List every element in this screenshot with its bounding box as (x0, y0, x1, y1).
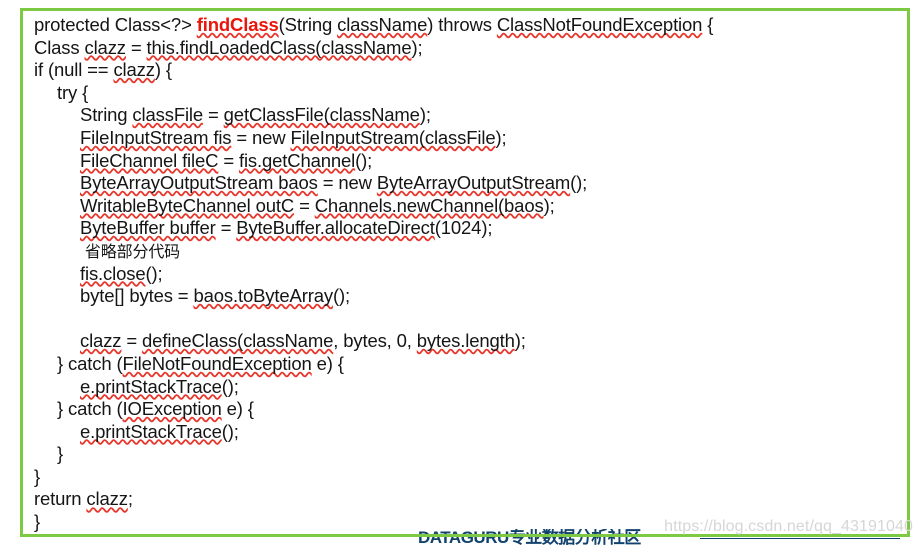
code-line: } catch (FileNotFoundException e) { (34, 353, 907, 376)
code-token: ); (543, 194, 555, 216)
code-snippet-box: protected Class<?> findClass(String clas… (20, 8, 910, 537)
code-spellcheck-token: ClassNotFoundException (496, 14, 703, 35)
code-spellcheck-token: clazz (84, 36, 127, 58)
code-token: = new (317, 172, 377, 194)
code-spellcheck-token: ByteBuffer.allocateDirect (236, 217, 435, 239)
code-line: return clazz; (34, 488, 907, 511)
code-token: } (57, 443, 64, 465)
code-line: try { (34, 82, 907, 105)
code-token: e) { (221, 398, 254, 420)
code-token: (); (221, 420, 239, 442)
code-token: return (34, 488, 87, 510)
code-spellcheck-token: FileInputStream(classFile (290, 126, 496, 148)
code-token: String (80, 104, 133, 126)
code-line: } (34, 466, 907, 489)
code-line: String classFile = getClassFile(classNam… (34, 104, 907, 127)
code-token: = (294, 194, 315, 216)
code-token: try { (57, 81, 89, 103)
code-spellcheck-token: getClassFile(className (223, 104, 420, 126)
code-token: Class (34, 36, 85, 58)
code-spellcheck-token: FileInputStream fis (80, 126, 232, 148)
code-line: 省略部分代码 (34, 240, 907, 263)
code-spellcheck-token: baos.toByteArray (193, 285, 333, 307)
code-token: e) { (311, 352, 344, 374)
code-token: = (215, 217, 237, 239)
footer-logo-rule (700, 538, 900, 539)
code-lines-container: protected Class<?> findClass(String clas… (34, 14, 907, 534)
code-spellcheck-token: WritableByteChannel outC (80, 194, 295, 216)
code-line: ByteBuffer buffer = ByteBuffer.allocateD… (34, 217, 907, 240)
code-token: ; (127, 488, 133, 510)
code-spellcheck-token: defineClass(className (142, 330, 334, 352)
code-spellcheck-token: classFile (132, 104, 204, 126)
code-line: e.printStackTrace(); (34, 421, 907, 444)
code-line: protected Class<?> findClass(String clas… (34, 14, 907, 37)
code-token: byte[] bytes = (80, 285, 194, 307)
code-line: Class clazz = this.findLoadedClass(class… (34, 37, 907, 60)
code-token: = (218, 149, 239, 171)
code-token: (1024); (434, 217, 493, 239)
code-spellcheck-token: FileNotFoundException (122, 352, 312, 374)
code-token: protected Class<?> (34, 14, 197, 35)
code-line: ByteArrayOutputStream baos = new ByteArr… (34, 172, 907, 195)
code-token: ); (514, 330, 526, 352)
code-token: (); (570, 172, 588, 194)
code-token: ); (411, 36, 423, 58)
code-token: = (125, 36, 147, 58)
code-token: } (34, 465, 41, 487)
code-line: FileInputStream fis = new FileInputStrea… (34, 127, 907, 150)
code-token: = new (231, 126, 291, 148)
code-token: = (203, 104, 224, 126)
code-token: (); (221, 375, 239, 397)
code-token: ) throws (427, 14, 497, 35)
code-spellcheck-token: bytes.length (416, 330, 515, 352)
code-line: if (null == clazz) { (34, 59, 907, 82)
code-token: ); (495, 126, 507, 148)
code-token: } (34, 511, 41, 533)
code-spellcheck-token: ByteBuffer buffer (80, 217, 216, 239)
code-spellcheck-token: FileChannel fileC (80, 149, 219, 171)
code-highlight-identifier: findClass (196, 14, 279, 35)
code-spellcheck-token: this.findLoadedClass(className (146, 36, 412, 58)
code-spellcheck-token: ByteArrayOutputStream (376, 172, 571, 194)
code-line: e.printStackTrace(); (34, 376, 907, 399)
code-spellcheck-token: e.printStackTrace (80, 420, 222, 442)
code-spellcheck-token: clazz (86, 488, 128, 510)
code-token: (); (332, 285, 350, 307)
code-token: = (121, 330, 143, 352)
code-token: ); (419, 104, 431, 126)
code-token: { (702, 14, 714, 35)
code-line: clazz = defineClass(className, bytes, 0,… (34, 330, 907, 353)
code-comment-cjk: 省略部分代码 (80, 241, 181, 261)
code-spellcheck-token: ByteArrayOutputStream baos (80, 172, 318, 194)
csdn-watermark: https://blog.csdn.net/qq_43191040 (664, 518, 913, 535)
code-token: } catch ( (57, 398, 123, 420)
code-spellcheck-token: fis.close (80, 262, 146, 284)
code-spellcheck-token: fis.getChannel (238, 149, 356, 171)
code-line: } catch (IOException e) { (34, 398, 907, 421)
code-token: (String (278, 14, 338, 35)
code-line: byte[] bytes = baos.toByteArray(); (34, 285, 907, 308)
code-spellcheck-token: clazz (113, 59, 155, 81)
code-spellcheck-token: IOException (122, 398, 222, 420)
code-line: } (34, 443, 907, 466)
code-line: WritableByteChannel outC = Channels.newC… (34, 195, 907, 218)
code-line: FileChannel fileC = fis.getChannel(); (34, 150, 907, 173)
code-token: } catch ( (57, 352, 123, 374)
code-token: , bytes, 0, (333, 330, 417, 352)
code-token: (); (145, 262, 163, 284)
code-spellcheck-token: Channels.newChannel(baos (314, 194, 544, 216)
code-token: if (null == (34, 59, 114, 81)
code-spellcheck-token: className (337, 14, 428, 35)
code-token: ) { (154, 59, 172, 81)
code-line: fis.close(); (34, 263, 907, 286)
code-spellcheck-token: e.printStackTrace (80, 375, 222, 397)
code-token: (); (355, 149, 373, 171)
code-spellcheck-token: clazz (80, 330, 122, 352)
